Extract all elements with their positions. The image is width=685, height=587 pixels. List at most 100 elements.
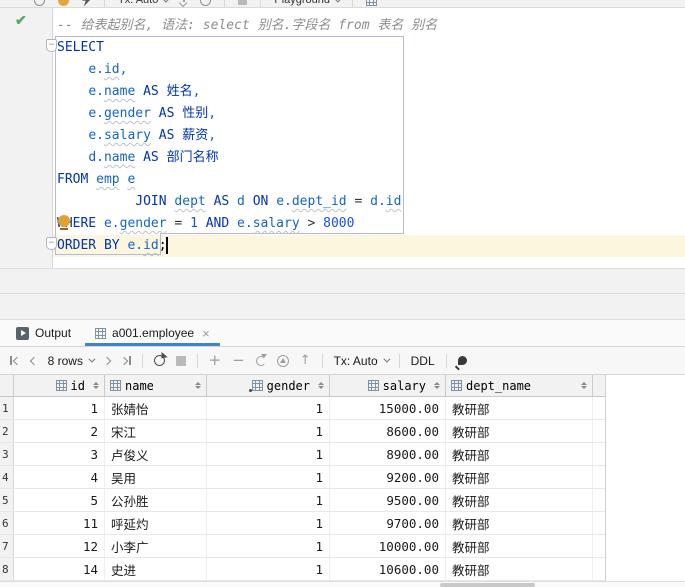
code-line-0[interactable]: -- 给表起别名, 语法: select 别名.字段名 from 表名 别名	[57, 15, 437, 37]
page-size-dropdown[interactable]: 8 rows	[48, 354, 93, 368]
add-row-icon[interactable]: +	[209, 353, 222, 368]
code-line-5[interactable]: e.salary AS 薪资,	[57, 125, 216, 147]
stop-icon[interactable]	[176, 356, 186, 366]
cell-salary[interactable]: 15000.00	[330, 397, 446, 419]
cell-id[interactable]: 4	[14, 466, 105, 488]
row-number[interactable]: 8	[0, 558, 14, 580]
sort-arrows-icon[interactable]	[581, 382, 587, 390]
table-row[interactable]: 33卢俊义18900.00教研部	[0, 443, 606, 466]
code-line-10[interactable]: ORDER BY e.id;	[57, 235, 167, 257]
intention-bulb-icon[interactable]	[58, 215, 70, 227]
scrollbar-thumb[interactable]	[440, 583, 535, 587]
column-header-name[interactable]: name	[105, 375, 207, 396]
code-line-9[interactable]: WHERE e.gender = 1 AND e.salary > 8000	[57, 213, 354, 235]
commit-arrow-icon[interactable]	[180, 0, 187, 5]
table-row[interactable]: 44吴用19200.00教研部	[0, 466, 606, 489]
cell-salary[interactable]: 8900.00	[330, 443, 446, 465]
horizontal-scrollbar[interactable]	[0, 581, 685, 587]
sort-arrows-icon[interactable]	[93, 382, 99, 390]
execute-circle-icon[interactable]	[34, 0, 45, 6]
cell-gender[interactable]: 1	[207, 420, 330, 442]
profiler-icon[interactable]	[58, 0, 69, 6]
fold-marker-icon[interactable]: −	[46, 237, 57, 250]
first-page-button[interactable]	[10, 356, 20, 365]
sort-arrows-icon[interactable]	[195, 382, 201, 390]
tx-mode-dropdown[interactable]: Tx: Auto	[118, 0, 167, 6]
row-number[interactable]: 6	[0, 512, 14, 534]
submit-icon[interactable]	[277, 355, 289, 367]
cell-salary[interactable]: 10000.00	[330, 535, 446, 557]
code-line-6[interactable]: d.name AS 部门名称	[57, 147, 219, 169]
row-number[interactable]: 5	[0, 489, 14, 511]
close-icon[interactable]: ×	[202, 327, 210, 340]
cell-salary[interactable]: 8600.00	[330, 420, 446, 442]
rollback-icon[interactable]	[200, 0, 211, 6]
row-number[interactable]: 4	[0, 466, 14, 488]
cell-gender[interactable]: 1	[207, 512, 330, 534]
code-line-1[interactable]: SELECT	[57, 37, 104, 59]
row-number[interactable]: 3	[0, 443, 14, 465]
ddl-button[interactable]: DDL	[411, 354, 435, 368]
code-line-2[interactable]: e.id,	[57, 59, 127, 81]
sort-arrows-icon[interactable]	[318, 382, 324, 390]
tx-mode-dropdown[interactable]: Tx: Auto	[334, 354, 388, 368]
cell-dept_name[interactable]: 教研部	[446, 466, 593, 488]
cell-dept_name[interactable]: 教研部	[446, 558, 593, 580]
table-row[interactable]: 712小李广110000.00教研部	[0, 535, 606, 558]
cell-name[interactable]: 张婧怡	[105, 397, 207, 419]
cell-dept_name[interactable]: 教研部	[446, 397, 593, 419]
sort-arrows-icon[interactable]	[434, 382, 440, 390]
column-header-salary[interactable]: salary	[330, 375, 446, 396]
cell-dept_name[interactable]: 教研部	[446, 420, 593, 442]
tab-output[interactable]: Output	[4, 320, 83, 346]
previous-page-button[interactable]	[31, 358, 37, 364]
cell-name[interactable]: 史进	[105, 558, 207, 580]
table-row[interactable]: 611呼延灼19700.00教研部	[0, 512, 606, 535]
cell-gender[interactable]: 1	[207, 489, 330, 511]
stop-icon[interactable]	[238, 0, 247, 5]
cell-id[interactable]: 5	[14, 489, 105, 511]
cell-gender[interactable]: 1	[207, 535, 330, 557]
row-number[interactable]: 7	[0, 535, 14, 557]
table-row[interactable]: 814史进110600.00教研部	[0, 558, 606, 581]
table-row[interactable]: 22宋江18600.00教研部	[0, 420, 606, 443]
upload-icon[interactable]: ↑	[300, 354, 311, 367]
cell-salary[interactable]: 9500.00	[330, 489, 446, 511]
sql-editor[interactable]: ✔ − − -- 给表起别名, 语法: select 别名.字段名 from 表…	[0, 8, 685, 268]
cell-name[interactable]: 公孙胜	[105, 489, 207, 511]
cell-name[interactable]: 呼延灼	[105, 512, 207, 534]
tab-result-table[interactable]: a001.employee ×	[83, 320, 222, 346]
reload-icon[interactable]	[154, 355, 165, 366]
lightning-icon[interactable]	[82, 0, 91, 7]
cell-dept_name[interactable]: 教研部	[446, 443, 593, 465]
playground-dropdown[interactable]: Playground	[274, 0, 339, 6]
cell-id[interactable]: 2	[14, 420, 105, 442]
cell-dept_name[interactable]: 教研部	[446, 535, 593, 557]
cell-name[interactable]: 吴用	[105, 466, 207, 488]
cell-name[interactable]: 卢俊义	[105, 443, 207, 465]
table-row[interactable]: 11张婧怡115000.00教研部	[0, 397, 606, 420]
cell-salary[interactable]: 9700.00	[330, 512, 446, 534]
cell-salary[interactable]: 9200.00	[330, 466, 446, 488]
fold-marker-icon[interactable]: −	[46, 39, 57, 52]
cell-name[interactable]: 宋江	[105, 420, 207, 442]
cell-gender[interactable]: 1	[207, 443, 330, 465]
cell-gender[interactable]: 1	[207, 466, 330, 488]
cell-id[interactable]: 11	[14, 512, 105, 534]
cell-name[interactable]: 小李广	[105, 535, 207, 557]
code-line-7[interactable]: FROM emp e	[57, 169, 135, 191]
column-header-id[interactable]: id	[14, 375, 105, 396]
cell-dept_name[interactable]: 教研部	[446, 512, 593, 534]
cell-id[interactable]: 14	[14, 558, 105, 580]
column-header-dept_name[interactable]: dept_name	[446, 375, 593, 396]
delete-row-icon[interactable]: −	[232, 353, 245, 368]
cell-dept_name[interactable]: 教研部	[446, 489, 593, 511]
table-row[interactable]: 55公孙胜19500.00教研部	[0, 489, 606, 512]
table-icon[interactable]	[366, 0, 377, 6]
cell-salary[interactable]: 10600.00	[330, 558, 446, 580]
code-line-4[interactable]: e.gender AS 性别,	[57, 103, 216, 125]
cell-gender[interactable]: 1	[207, 397, 330, 419]
revert-icon[interactable]	[256, 356, 266, 366]
pin-icon[interactable]	[458, 356, 467, 365]
cell-id[interactable]: 3	[14, 443, 105, 465]
